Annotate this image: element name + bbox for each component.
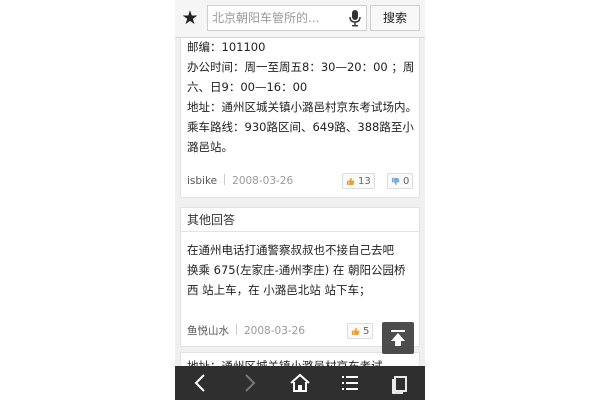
answer-line: 邮编：101100 [187, 40, 266, 54]
answer-meta: 鱼悦山水 2008-03-26 5 [187, 322, 415, 340]
like-button[interactable]: 5 [347, 323, 374, 339]
thumbs-up-icon [346, 177, 355, 186]
forward-button[interactable] [230, 366, 270, 400]
browser-viewport: 邮编：101100 办公时间：周一至周五8：30—20：00 ；周六、日9：00… [175, 0, 425, 400]
menu-button[interactable] [330, 366, 370, 400]
search-input[interactable] [212, 8, 344, 28]
home-icon [290, 373, 310, 392]
bottom-nav [175, 366, 425, 400]
divider [224, 174, 226, 185]
answer-meta: isbike 2008-03-26 13 0 [187, 172, 415, 190]
scroll-to-top-button[interactable] [382, 322, 414, 354]
scroll-to-top-icon [391, 330, 405, 346]
like-count: 5 [363, 326, 370, 337]
menu-icon [342, 376, 358, 390]
section-header: 其他回答 [181, 208, 419, 232]
tabs-icon [392, 376, 407, 394]
arrow-right-icon [245, 374, 256, 392]
answer-user[interactable]: isbike [187, 175, 217, 187]
answer-line: 乘车路线：930路区间、649路、388路至小潞邑站。 [187, 120, 414, 154]
answer-user[interactable]: 鱼悦山水 [187, 325, 229, 337]
answer-line: 换乘 675(左家庄-通州李庄) 在 朝阳公园桥西 站上车，在 小潞邑北站 站下… [187, 263, 406, 297]
dislike-button[interactable]: 0 [387, 173, 414, 189]
thumbs-up-icon [351, 327, 360, 336]
home-button[interactable] [280, 366, 320, 400]
answer-line: 办公时间：周一至周五8：30—20：00 ；周六、日9：00—16：00 [187, 60, 415, 94]
answer-line: 地址：通州区城关镇小潞邑村京东考试场内。 [187, 100, 417, 114]
search-button[interactable]: 搜索 [370, 5, 420, 31]
divider [236, 324, 237, 335]
like-count: 13 [358, 176, 371, 187]
answer-line: 在通州电话打通警察叔叔也不接自己去吧 [187, 243, 394, 257]
thumbs-down-icon [391, 177, 400, 186]
answer-body: 在通州电话打通警察叔叔也不接自己去吧 换乘 675(左家庄-通州李庄) 在 朝阳… [187, 240, 417, 300]
star-icon[interactable]: ★ [179, 6, 201, 30]
like-button[interactable]: 13 [342, 173, 375, 189]
arrow-left-icon [194, 374, 205, 392]
answer-body: 邮编：101100 办公时间：周一至周五8：30—20：00 ；周六、日9：00… [187, 37, 417, 157]
answer-date: 2008-03-26 [244, 325, 306, 337]
search-bar: ★ 搜索 [175, 0, 425, 38]
tabs-button[interactable] [380, 366, 420, 400]
microphone-icon[interactable] [348, 10, 362, 27]
answer-date: 2008-03-26 [232, 175, 294, 187]
back-button[interactable] [180, 366, 220, 400]
search-field[interactable] [207, 5, 367, 31]
dislike-count: 0 [403, 176, 410, 187]
